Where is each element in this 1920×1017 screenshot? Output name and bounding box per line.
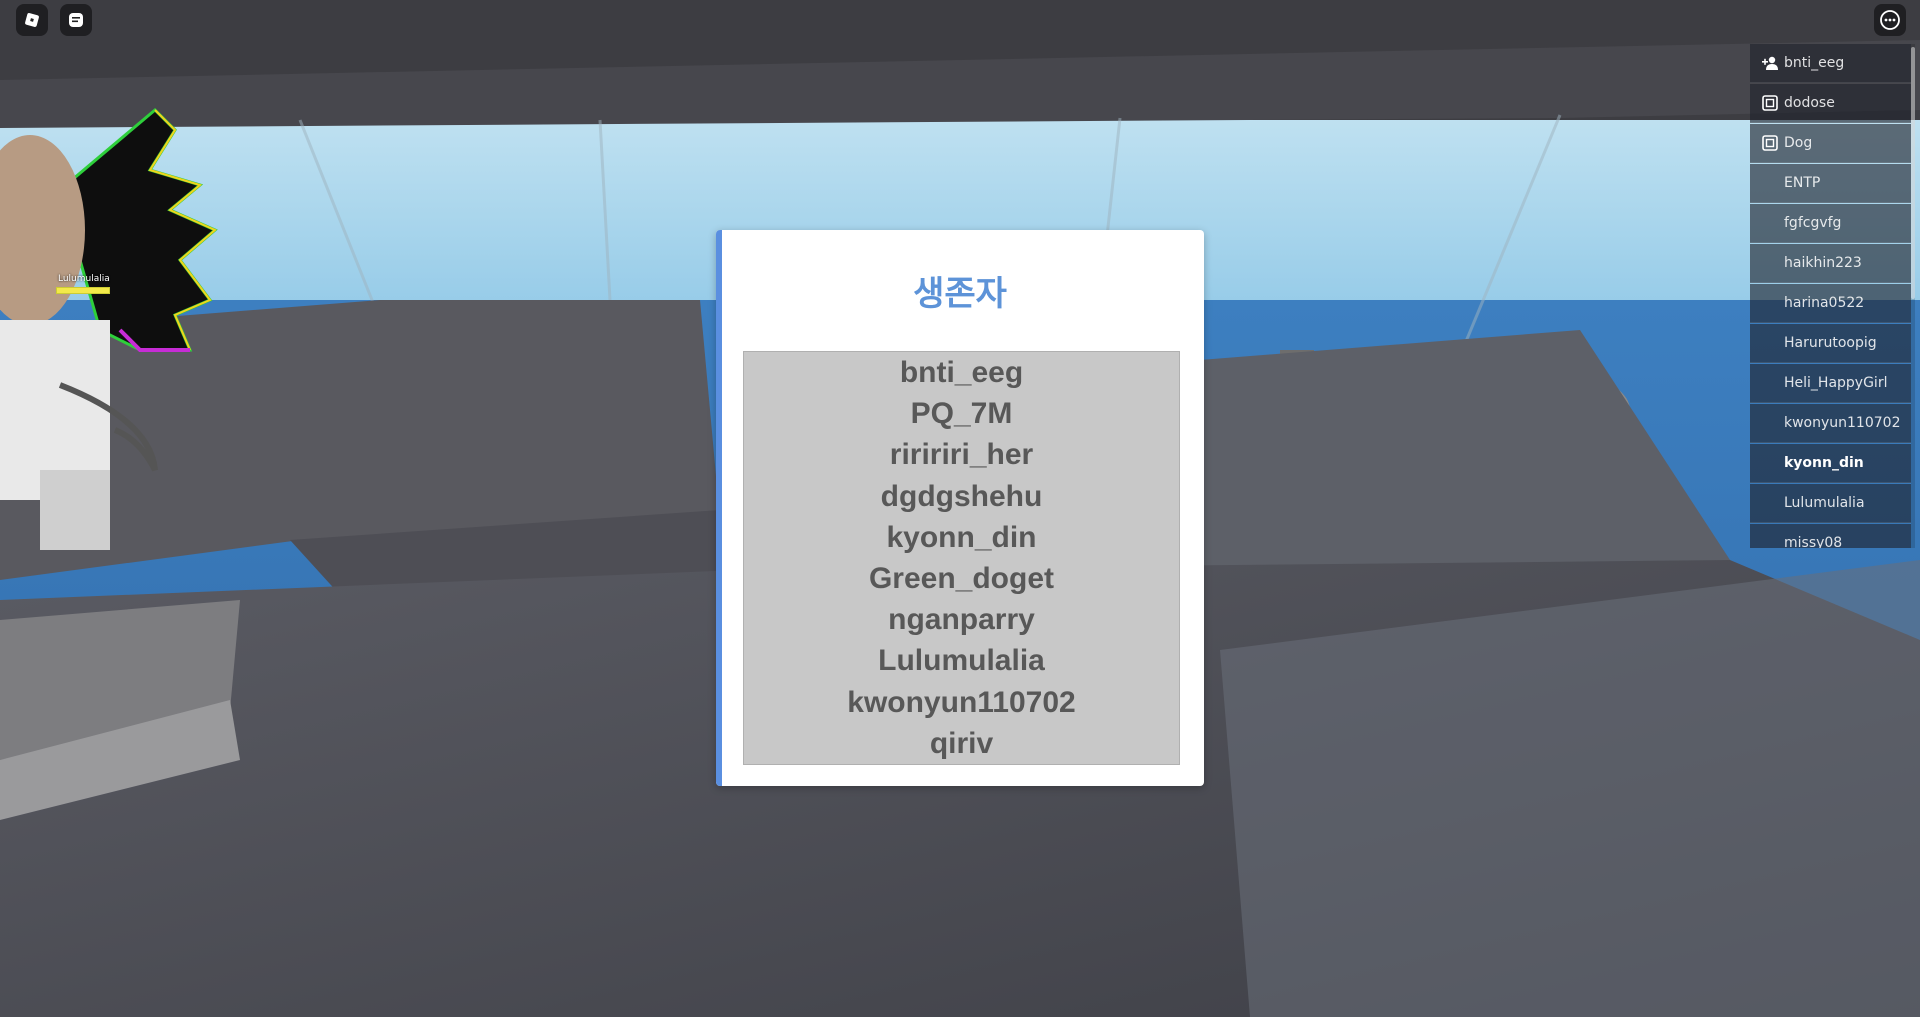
more-options-button[interactable] xyxy=(1874,4,1906,36)
player-row[interactable]: kyonn_din xyxy=(1750,444,1911,483)
survivor-name: riririri_her xyxy=(889,438,1034,472)
player-row[interactable]: Heli_HappyGirl xyxy=(1750,364,1911,403)
chat-button[interactable] xyxy=(60,4,92,36)
survivor-name: bnti_eeg xyxy=(899,356,1024,389)
player-row[interactable]: bnti_eeg xyxy=(1750,44,1911,83)
avatar-nametag: Lulumulalia xyxy=(58,274,110,284)
avatar-health-bar xyxy=(56,287,110,294)
player-row[interactable]: kwonyun110702 xyxy=(1750,404,1911,443)
player-name: dodose xyxy=(1784,95,1835,111)
add-friend-icon xyxy=(1761,54,1779,72)
player-name: kwonyun110702 xyxy=(1784,415,1901,431)
player-list[interactable]: bnti_eegdodose Dog ENTP fgfcgvfg haikhin223 h… xyxy=(1750,44,1915,548)
player-name: Heli_HappyGirl xyxy=(1784,375,1888,391)
survivor-name: Green_doget xyxy=(868,561,1055,595)
player-row[interactable]: Dog xyxy=(1750,124,1911,163)
avatar-health-fill xyxy=(57,288,109,293)
player-name: Dog xyxy=(1784,135,1813,151)
survivor-name: nganparry xyxy=(888,603,1035,637)
player-row[interactable]: Lulumulalia xyxy=(1750,484,1911,523)
player-name: harina0522 xyxy=(1784,295,1865,311)
survivor-name: PQ_7M xyxy=(910,397,1013,431)
survivor-name: Lulumulalia xyxy=(878,644,1045,678)
player-name: missy08 xyxy=(1784,535,1843,548)
friend-badge-icon xyxy=(1761,134,1779,152)
survivors-list: bnti_eeg PQ_7M riririri_her dgdgshehu kyonn_… xyxy=(743,351,1180,765)
player-name: fgfcgvfg xyxy=(1784,215,1842,231)
survivor-name: qiriv xyxy=(929,726,994,760)
roblox-logo-icon xyxy=(25,13,39,27)
player-row[interactable]: ENTP xyxy=(1750,164,1911,203)
survivors-panel: 생존자 bnti_eeg PQ_7M riririri_her dgdgshehu ky… xyxy=(716,230,1204,786)
survivor-name: kyonn_din xyxy=(886,520,1037,554)
player-row[interactable]: dodose xyxy=(1750,84,1911,123)
chat-icon xyxy=(69,13,83,27)
survivor-name: kwonyun110702 xyxy=(847,685,1076,719)
player-row[interactable]: missy08 xyxy=(1750,524,1911,548)
player-name: Lulumulalia xyxy=(1784,495,1865,511)
more-options-icon xyxy=(1880,10,1900,30)
player-row[interactable]: Harurutoopig xyxy=(1750,324,1911,363)
player-row[interactable]: haikhin223 xyxy=(1750,244,1911,283)
player-row[interactable]: harina0522 xyxy=(1750,284,1911,323)
survivors-title: 생존자 xyxy=(913,274,1007,314)
friend-badge-icon xyxy=(1761,94,1779,112)
player-name: haikhin223 xyxy=(1784,255,1862,271)
player-name: bnti_eeg xyxy=(1784,55,1845,71)
roblox-menu-button[interactable] xyxy=(16,4,48,36)
player-name: kyonn_din xyxy=(1784,455,1864,471)
player-name: Harurutoopig xyxy=(1784,335,1877,351)
survivor-name: dgdgshehu xyxy=(880,479,1043,513)
player-list-scrollbar[interactable] xyxy=(1911,47,1915,299)
player-row[interactable]: fgfcgvfg xyxy=(1750,204,1911,243)
player-name: ENTP xyxy=(1784,175,1821,191)
